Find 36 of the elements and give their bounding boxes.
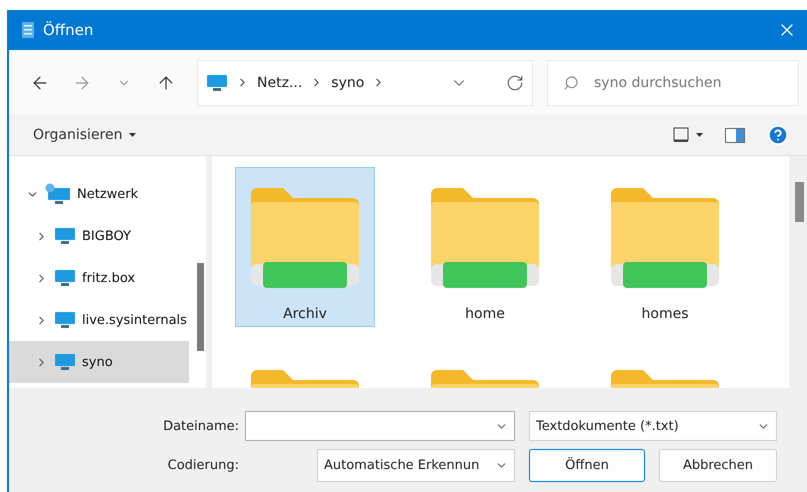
sidebar-item[interactable]: syno: [9, 341, 189, 383]
notepad-icon: [21, 21, 35, 39]
refresh-icon[interactable]: [506, 74, 524, 92]
filename-label: Dateiname:: [163, 418, 239, 434]
folder-item[interactable]: homes: [595, 167, 735, 327]
organize-menu[interactable]: Organisieren: [33, 127, 136, 143]
folder-item[interactable]: home: [415, 167, 555, 327]
breadcrumb[interactable]: syno: [331, 74, 364, 90]
sidebar-item[interactable]: Netzwerk: [9, 173, 189, 215]
folder-item[interactable]: Archiv: [235, 167, 375, 327]
filetype-dropdown[interactable]: Textdokumente (*.txt): [529, 411, 777, 441]
scrollbar-thumb[interactable]: [795, 182, 804, 222]
window-title: Öffnen: [43, 21, 94, 39]
sidebar-item[interactable]: live.sysinternals: [9, 299, 189, 341]
monitor-icon: [54, 227, 76, 245]
sidebar-item[interactable]: BIGBOY: [9, 215, 189, 257]
cancel-button[interactable]: Abbrechen: [659, 449, 777, 482]
sidebar-item[interactable]: fritz.box: [9, 257, 189, 299]
search-icon: [563, 74, 579, 90]
monitor-icon: [206, 74, 228, 92]
breadcrumb[interactable]: Netz...: [257, 74, 302, 90]
monitor-icon: [54, 311, 76, 329]
network-icon: [45, 183, 71, 205]
preview-pane-icon[interactable]: [725, 128, 745, 142]
monitor-icon: [54, 353, 76, 371]
filename-field[interactable]: [245, 411, 515, 441]
scrollbar-thumb[interactable]: [197, 263, 204, 351]
open-button[interactable]: Öffnen: [529, 449, 645, 482]
help-icon[interactable]: [767, 124, 789, 146]
encoding-label: Codierung:: [168, 458, 239, 473]
monitor-icon: [54, 269, 76, 287]
view-icon[interactable]: [673, 127, 703, 143]
caret-icon: [128, 133, 136, 137]
search-field[interactable]: syno durchsuchen: [547, 60, 799, 106]
address-bar[interactable]: Netz... syno: [197, 60, 533, 106]
encoding-dropdown[interactable]: Automatische Erkennun: [317, 449, 515, 482]
